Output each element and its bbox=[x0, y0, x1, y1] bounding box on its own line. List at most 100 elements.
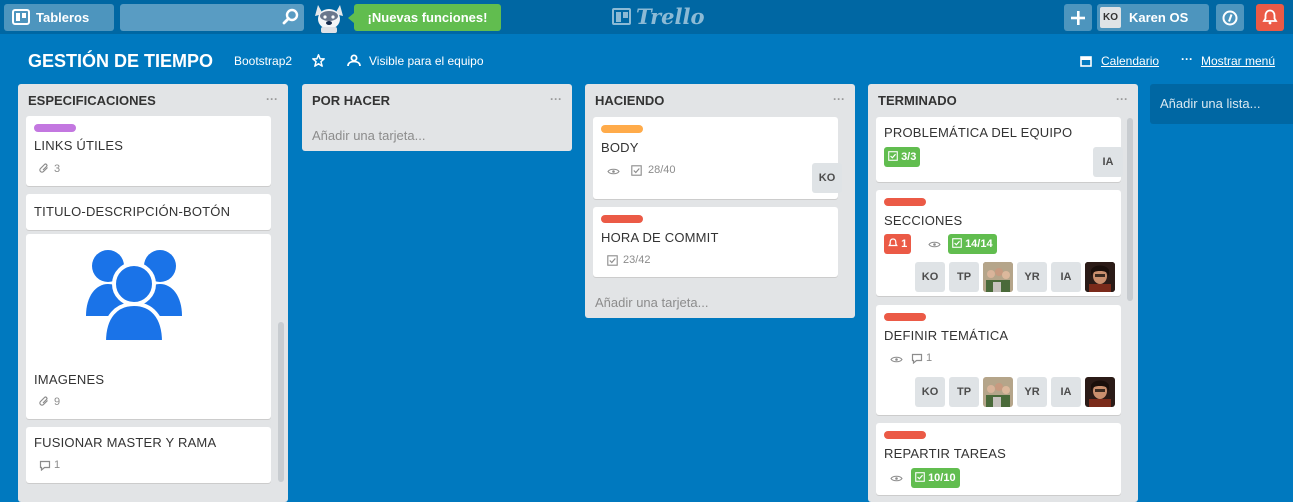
list-title[interactable]: POR HACER bbox=[312, 93, 390, 108]
card-title: DEFINIR TEMÁTICA bbox=[884, 328, 1009, 343]
list-menu-icon[interactable]: ··· bbox=[266, 92, 278, 106]
star-icon[interactable] bbox=[312, 54, 325, 67]
comment-icon bbox=[911, 353, 923, 364]
checklist-complete-badge: 10/10 bbox=[911, 468, 960, 488]
comment-count: 1 bbox=[926, 352, 933, 364]
user-name: Karen OS bbox=[1129, 10, 1189, 25]
member-photo-avatar[interactable] bbox=[1085, 377, 1115, 407]
card-hora-de-commit[interactable]: HORA DE COMMIT 23/42 bbox=[593, 207, 838, 277]
add-button[interactable] bbox=[1064, 4, 1092, 31]
taco-mascot-icon[interactable] bbox=[312, 1, 346, 33]
board-title[interactable]: GESTIÓN DE TIEMPO bbox=[28, 51, 213, 72]
list-header[interactable]: TERMINADO ··· bbox=[868, 84, 1138, 116]
list-header[interactable]: HACIENDO ··· bbox=[585, 84, 855, 116]
list-scrollbar[interactable] bbox=[1127, 118, 1133, 301]
checklist-count: 3/3 bbox=[901, 151, 917, 163]
search-icon[interactable] bbox=[282, 8, 300, 26]
card-body[interactable]: BODY 28/40 KO bbox=[593, 117, 842, 199]
member-avatar[interactable]: YR bbox=[1017, 262, 1047, 292]
card-title: SECCIONES bbox=[884, 213, 963, 228]
list-title[interactable]: HACIENDO bbox=[595, 93, 664, 108]
card-title: LINKS ÚTILES bbox=[34, 138, 124, 153]
attachment-count: 9 bbox=[54, 396, 61, 408]
notifications-button[interactable] bbox=[1256, 4, 1284, 31]
team-visibility-icon bbox=[347, 54, 361, 67]
info-button[interactable] bbox=[1216, 4, 1244, 31]
top-bar: Tableros ¡Nuevas funciones! Trello KO Ka… bbox=[0, 0, 1293, 34]
due-notification-badge: 1 bbox=[884, 234, 912, 254]
person-photo-avatar-icon bbox=[1085, 377, 1115, 407]
list-title[interactable]: TERMINADO bbox=[878, 93, 957, 108]
card-title: BODY bbox=[601, 140, 639, 155]
search-input[interactable] bbox=[120, 4, 304, 31]
member-avatar[interactable]: TP bbox=[949, 377, 979, 407]
member-photo-avatar[interactable] bbox=[983, 262, 1013, 292]
watch-eye-icon bbox=[607, 168, 620, 175]
bell-icon bbox=[888, 238, 898, 247]
card-repartir-tareas[interactable]: REPARTIR TAREAS 10/10 bbox=[876, 423, 1121, 495]
card-label bbox=[884, 313, 926, 321]
list-menu-icon[interactable]: ··· bbox=[833, 92, 845, 106]
card-title: IMAGENES bbox=[34, 372, 105, 387]
new-features-button[interactable]: ¡Nuevas funciones! bbox=[348, 4, 501, 31]
team-name[interactable]: Bootstrap2 bbox=[234, 54, 292, 68]
list-menu-icon[interactable]: ··· bbox=[1116, 92, 1128, 106]
card-title: TITULO-DESCRIPCIÓN-BOTÓN bbox=[34, 204, 231, 219]
list-header[interactable]: POR HACER ··· bbox=[302, 84, 572, 116]
member-avatar[interactable]: YR bbox=[1017, 377, 1047, 407]
checklist-icon bbox=[631, 165, 642, 176]
calendar-icon bbox=[1080, 56, 1092, 67]
member-avatar[interactable]: IA bbox=[1051, 377, 1081, 407]
trello-logo[interactable]: Trello bbox=[612, 5, 705, 29]
checklist-count: 14/14 bbox=[965, 238, 993, 250]
show-menu-link[interactable]: Mostrar menú bbox=[1201, 54, 1275, 68]
notification-count: 1 bbox=[901, 238, 908, 250]
list-menu-icon[interactable]: ··· bbox=[550, 92, 562, 106]
card-imagenes[interactable]: IMAGENES 9 bbox=[26, 234, 271, 419]
card-secciones[interactable]: SECCIONES 1 14/14 KO TP YR IA bbox=[876, 190, 1121, 296]
card-titulo-descripcion-boton[interactable]: TITULO-DESCRIPCIÓN-BOTÓN bbox=[26, 194, 271, 230]
card-problematica-del-equipo[interactable]: PROBLEMÁTICA DEL EQUIPO 3/3 IA bbox=[876, 117, 1123, 182]
info-icon bbox=[1222, 10, 1238, 26]
group-photo-avatar-icon bbox=[983, 262, 1013, 292]
member-avatar[interactable]: KO bbox=[812, 163, 842, 193]
member-photo-avatar[interactable] bbox=[983, 377, 1013, 407]
card-title: REPARTIR TAREAS bbox=[884, 446, 1006, 461]
card-fusionar-master-y-rama[interactable]: FUSIONAR MASTER Y RAMA 1 bbox=[26, 427, 271, 483]
list-scrollbar[interactable] bbox=[278, 322, 284, 482]
checklist-count: 10/10 bbox=[928, 472, 956, 484]
card-label bbox=[601, 125, 643, 133]
add-card-link[interactable]: Añadir una tarjeta... bbox=[312, 128, 425, 143]
watch-eye-icon bbox=[890, 475, 903, 482]
visibility-label[interactable]: Visible para el equipo bbox=[369, 54, 484, 68]
list-title[interactable]: ESPECIFICACIONES bbox=[28, 93, 156, 108]
add-list-label: Añadir una lista... bbox=[1160, 96, 1261, 111]
card-title: HORA DE COMMIT bbox=[601, 230, 719, 245]
member-avatar[interactable]: KO bbox=[915, 262, 945, 292]
member-avatar[interactable]: IA bbox=[1093, 147, 1123, 177]
add-list-button[interactable]: Añadir una lista... bbox=[1150, 84, 1293, 124]
member-avatar[interactable]: TP bbox=[949, 262, 979, 292]
checklist-count: 28/40 bbox=[648, 164, 676, 176]
person-photo-avatar-icon bbox=[1085, 262, 1115, 292]
boards-icon bbox=[12, 9, 30, 25]
account-button[interactable]: KO Karen OS bbox=[1097, 4, 1209, 31]
member-photo-avatar[interactable] bbox=[1085, 262, 1115, 292]
card-definir-tematica[interactable]: DEFINIR TEMÁTICA 1 KO TP YR IA bbox=[876, 305, 1121, 415]
watch-eye-icon bbox=[890, 356, 903, 363]
checklist-complete-badge: 3/3 bbox=[884, 147, 921, 167]
member-avatar[interactable]: KO bbox=[915, 377, 945, 407]
watch-eye-icon bbox=[928, 241, 941, 248]
member-avatar[interactable]: IA bbox=[1051, 262, 1081, 292]
more-dots-icon: ··· bbox=[1181, 52, 1193, 66]
boards-button[interactable]: Tableros bbox=[4, 4, 114, 31]
checklist-complete-badge: 14/14 bbox=[948, 234, 997, 254]
trello-logo-icon bbox=[612, 8, 631, 25]
list-header[interactable]: ESPECIFICACIONES ··· bbox=[18, 84, 288, 116]
checklist-icon bbox=[607, 255, 618, 266]
card-links-utiles[interactable]: LINKS ÚTILES 3 bbox=[26, 116, 271, 186]
list-terminado: TERMINADO ··· PROBLEMÁTICA DEL EQUIPO 3/3… bbox=[868, 84, 1138, 502]
boards-label: Tableros bbox=[36, 10, 90, 25]
add-card-link[interactable]: Añadir una tarjeta... bbox=[595, 295, 708, 310]
calendar-link[interactable]: Calendario bbox=[1101, 54, 1159, 68]
